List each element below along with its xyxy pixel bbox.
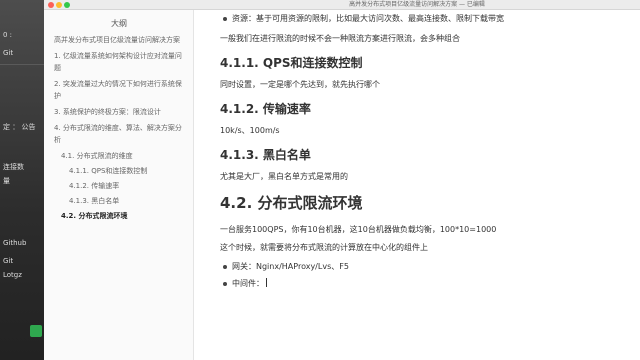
desktop-item[interactable]: Git (0, 46, 44, 60)
paragraph: 同时设置，一定是哪个先达到，就先执行哪个 (220, 80, 380, 89)
window-title: 高并发分布式项目亿级流量访问解决方案 — 已编辑 (349, 1, 485, 8)
outline-item[interactable]: 4.1.2. 传输速率 (44, 180, 194, 192)
editor-window: 高并发分布式项目亿级流量访问解决方案 — 已编辑 大纲 高并发分布式项目亿级流量… (44, 0, 640, 360)
paragraph: 一台服务100QPS，你有10台机器，这10台机器做负载均衡，100*10=10… (220, 225, 497, 234)
heading-4-1-2: 4.1.2. 传输速率 (220, 102, 311, 116)
desktop-item[interactable]: Lotgz (0, 268, 44, 282)
paragraph: 一般我们在进行限流的时候不会一种限流方案进行限流，会多种组合 (220, 34, 460, 43)
heading-4-2: 4.2. 分布式限流环境 (220, 194, 363, 212)
outline-item[interactable]: 4. 分布式限流的维度、算法、解决方案分析 (44, 122, 194, 146)
heading-4-1-3: 4.1.3. 黑白名单 (220, 148, 311, 162)
minimize-button[interactable] (56, 2, 62, 8)
desktop-divider (0, 64, 44, 65)
desktop-item[interactable]: 0 : (0, 28, 44, 42)
paragraph: 尤其是大厂，黑白名单方式是常用的 (220, 172, 348, 181)
desktop-item[interactable]: 量 (0, 174, 44, 188)
paragraph: 这个时候，就需要将分布式限流的计算放在中心化的组件上 (220, 243, 428, 252)
text-cursor (266, 278, 267, 287)
outline-item[interactable]: 高并发分布式项目亿级流量访问解决方案 (44, 34, 194, 46)
status-badge (30, 325, 42, 337)
outline-item[interactable]: 4.2. 分布式限流环境 (44, 210, 194, 222)
outline-title: 大纲 (111, 19, 127, 28)
document-area[interactable]: 资源：基于可用资源的限制，比如最大访问次数、最高连接数、限制下载带宽 一般我们在… (194, 10, 640, 360)
outline-item[interactable]: 4.1. 分布式限流的维度 (44, 150, 194, 162)
gateway-bullet: 网关：Nginx/HAProxy/Lvs、F5 (220, 261, 630, 273)
desktop-item[interactable]: Git (0, 254, 44, 268)
outline-item[interactable]: 1. 亿级流量系统如何架构设计应对流量问题 (44, 50, 194, 74)
desktop-item[interactable]: Github (0, 236, 44, 250)
document-body: 资源：基于可用资源的限制，比如最大访问次数、最高连接数、限制下载带宽 一般我们在… (220, 13, 630, 290)
outline-item[interactable]: 3. 系统保护的终极方案：限流设计 (44, 106, 194, 118)
screen: 0 : Git 定 ： 公告 连接数 量 Github Git Lotgz 高并… (0, 0, 640, 360)
outline-item[interactable]: 4.1.3. 黑白名单 (44, 195, 194, 207)
resource-bullet: 资源：基于可用资源的限制，比如最大访问次数、最高连接数、限制下载带宽 (220, 13, 630, 25)
close-button[interactable] (48, 2, 54, 8)
outline-list: 高并发分布式项目亿级流量访问解决方案 1. 亿级流量系统如何架构设计应对流量问题 2… (44, 34, 194, 225)
desktop-background: 0 : Git 定 ： 公告 连接数 量 Github Git Lotgz (0, 0, 44, 360)
outline-item[interactable]: 2. 突发流量过大的情况下如何进行系统保护 (44, 78, 194, 102)
desktop-item[interactable]: 连接数 (0, 160, 44, 174)
paragraph: 10k/s、100m/s (220, 126, 280, 135)
outline-item[interactable]: 4.1.1. QPS和连接数控制 (44, 165, 194, 177)
outline-sidebar: 大纲 高并发分布式项目亿级流量访问解决方案 1. 亿级流量系统如何架构设计应对流量… (44, 10, 194, 360)
titlebar: 高并发分布式项目亿级流量访问解决方案 — 已编辑 (44, 0, 640, 10)
heading-4-1-1: 4.1.1. QPS和连接数控制 (220, 56, 363, 70)
desktop-item[interactable]: 定 ： 公告 (0, 120, 44, 134)
middleware-bullet[interactable]: 中间件： (220, 278, 630, 290)
zoom-button[interactable] (64, 2, 70, 8)
middleware-label: 中间件： (232, 279, 264, 288)
